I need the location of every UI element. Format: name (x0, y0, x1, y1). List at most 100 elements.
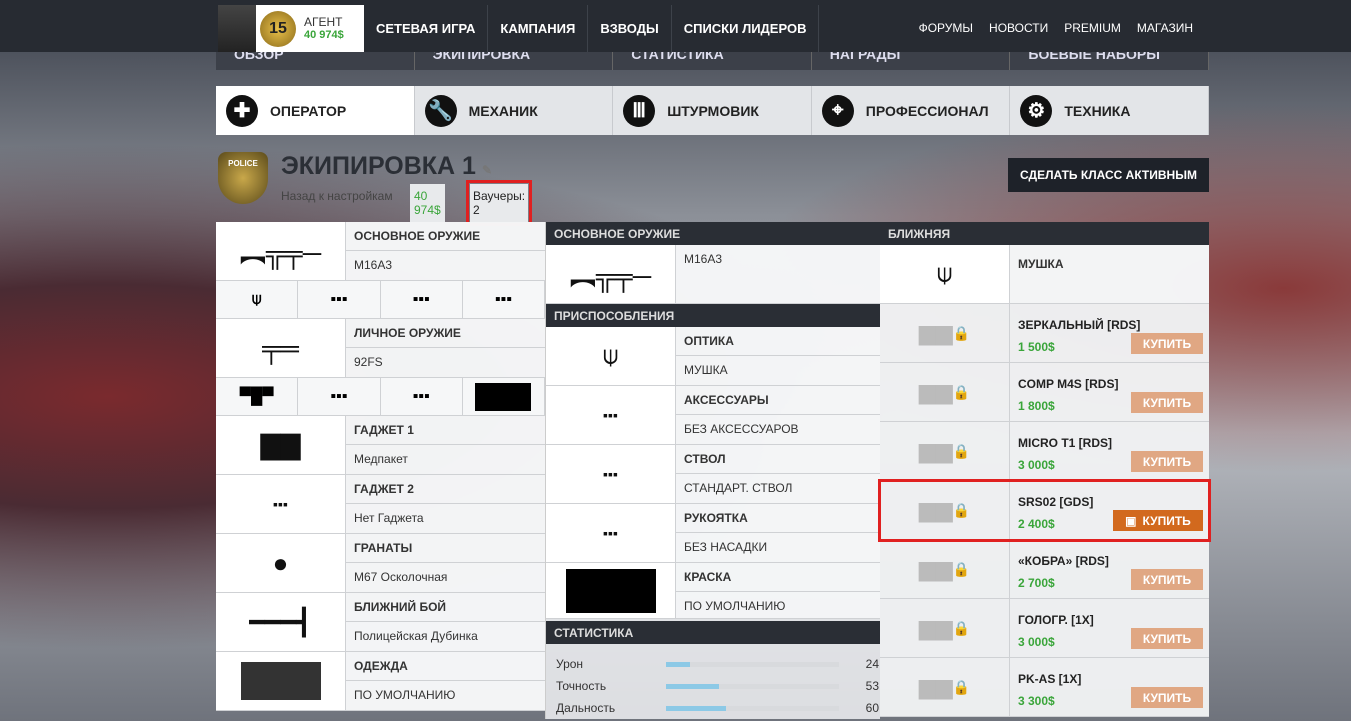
stat-name: Дальность (556, 701, 616, 715)
lock-icon: 🔒 (952, 678, 971, 695)
nav-premium[interactable]: PREMIUM (1056, 5, 1129, 52)
attachment-paint[interactable]: КРАСКА ПО УМОЛЧАНИЮ (546, 563, 880, 619)
attachment-accessory[interactable]: ▪▪▪ АКСЕССУАРЫ БЕЗ АКСЕССУАРОВ (546, 386, 880, 445)
page-title: ЭКИПИРОВКА 1 ✎ (281, 152, 492, 181)
optic-name: ГОЛОГР. [1X] (1018, 613, 1094, 627)
optic-name: МУШКА (1018, 257, 1064, 271)
profile-card[interactable]: 15 АГЕНТ 40 974$ (218, 5, 364, 53)
stats-list: Урон 24 Точность 53 Дальность 60 (546, 644, 880, 719)
nav-online[interactable]: СЕТЕВАЯ ИГРА (364, 5, 489, 52)
player-money: 40 974$ (304, 29, 344, 41)
slot-value: ПО УМОЛЧАНИЮ (684, 599, 786, 613)
back-link[interactable]: Назад к настройкам (281, 189, 393, 203)
rifle-icon: ︻╦╤─ (546, 245, 676, 303)
stat-value: 60 (865, 701, 879, 715)
empty-slot-icon: ▪▪▪ (546, 386, 676, 444)
nav-platoons[interactable]: ВЗВОДЫ (588, 5, 672, 52)
slot-melee[interactable]: ━━━┫ БЛИЖНИЙ БОЙ Полицейская Дубинка (216, 593, 545, 652)
sight-icon: ⍦ (546, 327, 676, 385)
class-tab-recon[interactable]: ⌖ ПРОФЕССИОНАЛ (811, 86, 1011, 135)
empty-slot-icon[interactable]: ▪▪▪ (298, 281, 381, 318)
slot-gadget2[interactable]: ▪▪▪ ГАДЖЕТ 2 Нет Гаджета (216, 475, 545, 534)
class-label: ШТУРМОВИК (667, 102, 759, 119)
slot-label: АКСЕССУАРЫ (676, 386, 880, 415)
optic-name: SRS02 [GDS] (1018, 495, 1094, 509)
sight-icon: ⍦ (880, 245, 1010, 303)
nav-news[interactable]: НОВОСТИ (981, 5, 1056, 52)
attachment-grip[interactable]: ▪▪▪ РУКОЯТКА БЕЗ НАСАДКИ (546, 504, 880, 563)
optic-item[interactable]: ▆▆ 🔒 ЗЕРКАЛЬНЫЙ [RDS] 1 500$ КУПИТЬ (880, 304, 1209, 363)
stat-row: Точность 53 (546, 675, 880, 697)
buy-label: КУПИТЬ (1142, 572, 1192, 587)
buy-button[interactable]: КУПИТЬ (1131, 628, 1203, 649)
nav-leaderboards[interactable]: СПИСКИ ЛИДЕРОВ (672, 5, 820, 52)
class-tab-vehicles[interactable]: ⚙ ТЕХНИКА (1010, 86, 1209, 135)
empty-slot-icon: ▪▪▪ (546, 504, 676, 562)
baton-icon: ━━━┫ (216, 593, 346, 651)
optic-item[interactable]: ▆▆ 🔒 COMP M4S [RDS] 1 800$ КУПИТЬ (880, 363, 1209, 422)
slot-value: БЕЗ НАСАДКИ (684, 540, 768, 554)
locked-optic-icon: ▆▆ 🔒 (880, 363, 1010, 421)
empty-slot-icon[interactable]: ▪▪▪ (463, 281, 545, 318)
optic-name: ЗЕРКАЛЬНЫЙ [RDS] (1018, 318, 1141, 332)
optic-item[interactable]: ▆▆ 🔒 «КОБРА» [RDS] 2 700$ КУПИТЬ (880, 540, 1209, 599)
section-header: ОСНОВНОЕ ОРУЖИЕ (546, 222, 880, 245)
buy-button[interactable]: КУПИТЬ (1131, 569, 1203, 590)
attachment-optics[interactable]: ⍦ ОПТИКА МУШКА (546, 327, 880, 386)
slot-primary[interactable]: ︻╦╤─ ОСНОВНОЕ ОРУЖИЕ M16A3 (216, 222, 545, 281)
tab-stats[interactable]: СТАТИСТИКА (613, 52, 812, 70)
locked-optic-icon: ▆▆ 🔒 (880, 540, 1010, 598)
stat-row: Дальность 60 (546, 697, 880, 719)
buy-button[interactable]: КУПИТЬ (1131, 333, 1203, 354)
slot-value: Медпакет (354, 452, 408, 466)
tab-overview[interactable]: ОБЗОР (216, 52, 415, 70)
stat-value: 24 (865, 657, 879, 671)
buy-button[interactable]: КУПИТЬ (1131, 451, 1203, 472)
nav-shop[interactable]: МАГАЗИН (1129, 5, 1201, 52)
buy-label: КУПИТЬ (1142, 395, 1192, 410)
attachment-barrel[interactable]: ▪▪▪ СТВОЛ СТАНДАРТ. СТВОЛ (546, 445, 880, 504)
empty-slot-icon[interactable]: ▪▪▪ (381, 281, 463, 318)
tab-awards[interactable]: НАГРАДЫ (812, 52, 1011, 70)
class-tab-support[interactable]: Ⅲ ШТУРМОВИК (613, 86, 812, 135)
optic-item[interactable]: ▆▆ 🔒 PK-AS [1X] 3 300$ КУПИТЬ (880, 658, 1209, 717)
tab-equipment[interactable]: ЭКИПИРОВКА (415, 52, 614, 70)
tab-battlepacks[interactable]: БОЕВЫЕ НАБОРЫ (1010, 52, 1209, 70)
optic-item[interactable]: ▆▆ 🔒 SRS02 [GDS] 2 400$ ▣ КУПИТЬ (878, 479, 1211, 542)
class-tab-engineer[interactable]: 🔧 МЕХАНИК (414, 86, 614, 135)
paint-slot[interactable] (463, 378, 545, 415)
wrench-icon: 🔧 (424, 94, 457, 127)
optic-item[interactable]: ▆▆ 🔒 ГОЛОГР. [1X] 3 000$ КУПИТЬ (880, 599, 1209, 658)
weapon-row[interactable]: ︻╦╤─ M16A3 (546, 245, 880, 304)
slot-pistol[interactable]: ╤═ ЛИЧНОЕ ОРУЖИЕ 92FS (216, 319, 545, 378)
slot-label: ЛИЧНОЕ ОРУЖИЕ (346, 319, 545, 348)
buy-button[interactable]: КУПИТЬ (1131, 392, 1203, 413)
edit-pencil-icon[interactable]: ✎ (482, 163, 492, 177)
slot-value: 92FS (354, 355, 383, 369)
nav-forums[interactable]: ФОРУМЫ (911, 5, 981, 52)
slot-grenades[interactable]: ● ГРАНАТЫ M67 Осколочная (216, 534, 545, 593)
class-tab-assault[interactable]: ✚ ОПЕРАТОР (216, 86, 415, 135)
optic-item[interactable]: ▆▆ 🔒 MICRO T1 [RDS] 3 000$ КУПИТЬ (880, 422, 1209, 481)
class-label: ТЕХНИКА (1064, 102, 1131, 119)
weapon-column: ОСНОВНОЕ ОРУЖИЕ ︻╦╤─ M16A3 ПРИСПОСОБЛЕНИЯ… (545, 222, 880, 719)
crosshair-icon: ⌖ (821, 94, 854, 127)
make-class-active-button[interactable]: СДЕЛАТЬ КЛАСС АКТИВНЫМ (1008, 158, 1209, 192)
current-optic[interactable]: ⍦ МУШКА (880, 245, 1209, 304)
slot-clothing[interactable]: ОДЕЖДА ПО УМОЛЧАНИЮ (216, 652, 545, 711)
buy-button[interactable]: КУПИТЬ (1131, 687, 1203, 708)
avatar (218, 5, 256, 53)
locked-optic-icon: ▆▆ 🔒 (880, 599, 1010, 657)
empty-slot-icon: ▪▪▪ (546, 445, 676, 503)
rank-badge: 15 (260, 11, 296, 47)
slot-gadget1[interactable]: ▇▇ ГАДЖЕТ 1 Медпакет (216, 416, 545, 475)
empty-slot-icon[interactable]: ▪▪▪ (381, 378, 463, 415)
empty-slot-icon[interactable]: ▪▪▪ (298, 378, 381, 415)
buy-label: КУПИТЬ (1142, 690, 1192, 705)
buy-button[interactable]: ▣ КУПИТЬ (1113, 510, 1203, 531)
section-header: СТАТИСТИКА (546, 621, 880, 644)
nav-campaign[interactable]: КАМПАНИЯ (488, 5, 589, 52)
sight-icon[interactable]: ⍦ (216, 281, 299, 318)
class-label: ПРОФЕССИОНАЛ (865, 102, 989, 119)
sight-icon[interactable]: ▀█▀ (216, 378, 299, 415)
